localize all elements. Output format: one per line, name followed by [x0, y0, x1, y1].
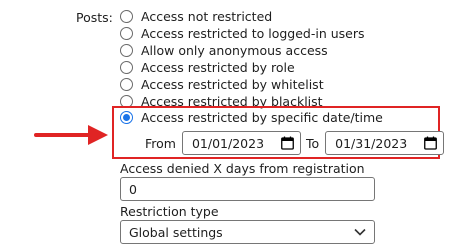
days-field-label: Access denied X days from registration [120, 161, 365, 176]
radio-label: Access restricted to logged-in users [141, 26, 365, 41]
restriction-type-label: Restriction type [120, 204, 219, 219]
radio-label: Allow only anonymous access [141, 43, 328, 58]
calendar-icon[interactable] [424, 136, 438, 150]
radio-button[interactable] [120, 61, 133, 74]
from-label: From [145, 135, 176, 151]
days-input[interactable]: 0 [120, 177, 375, 201]
calendar-icon[interactable] [281, 136, 294, 150]
radio-option-date-time[interactable]: Access restricted by specific date/time [120, 109, 383, 126]
to-label: To [305, 135, 320, 151]
to-date-value: 01/31/2023 [335, 135, 408, 151]
access-options: Access not restricted Access restricted … [120, 8, 365, 110]
days-input-value: 0 [129, 181, 137, 197]
radio-option-anonymous[interactable]: Allow only anonymous access [120, 42, 365, 59]
radio-label: Access restricted by specific date/time [141, 110, 383, 125]
radio-button-checked[interactable] [120, 111, 133, 124]
radio-label: Access restricted by role [141, 60, 295, 75]
radio-button[interactable] [120, 27, 133, 40]
chevron-down-icon [354, 228, 366, 236]
restriction-type-value: Global settings [129, 224, 223, 240]
radio-option-role[interactable]: Access restricted by role [120, 59, 365, 76]
to-date-input[interactable]: 01/31/2023 [325, 131, 445, 155]
radio-label: Access not restricted [141, 9, 273, 24]
restriction-type-select[interactable]: Global settings [120, 220, 375, 244]
from-date-value: 01/01/2023 [191, 135, 265, 151]
radio-button[interactable] [120, 44, 133, 57]
posts-label: Posts: [76, 10, 113, 25]
date-range-row: From 01/01/2023 To 01/31/2023 [145, 131, 445, 155]
radio-label: Access restricted by whitelist [141, 77, 324, 92]
radio-button[interactable] [120, 10, 133, 23]
radio-option-logged-in[interactable]: Access restricted to logged-in users [120, 25, 365, 42]
radio-option-not-restricted[interactable]: Access not restricted [120, 8, 365, 25]
radio-option-whitelist[interactable]: Access restricted by whitelist [120, 76, 365, 93]
from-date-input[interactable]: 01/01/2023 [181, 131, 301, 155]
radio-button[interactable] [120, 78, 133, 91]
arrow-right-icon [34, 125, 108, 145]
